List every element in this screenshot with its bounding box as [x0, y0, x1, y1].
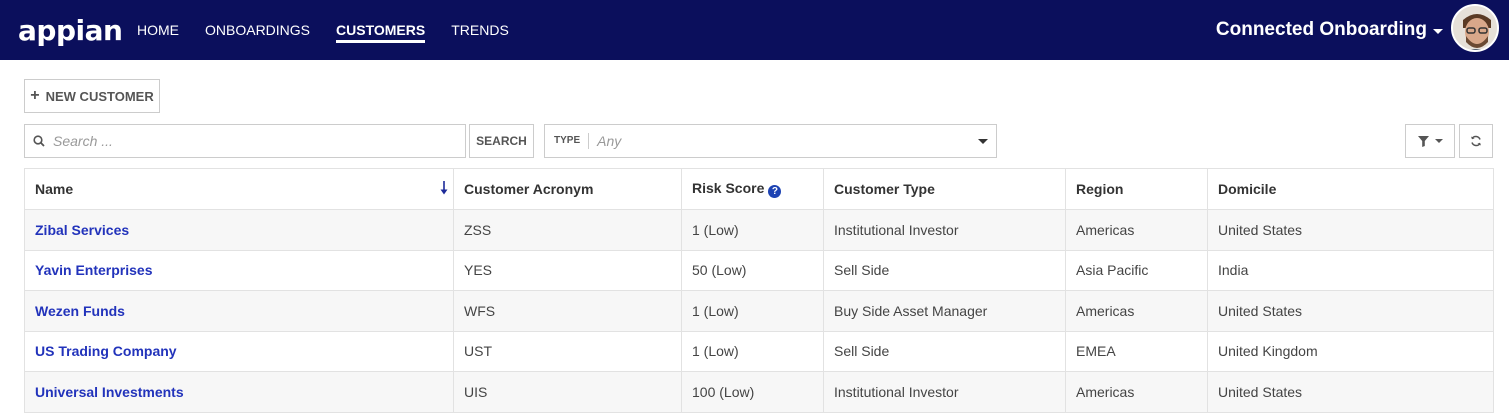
top-navigation-bar: appian HOME ONBOARDINGS CUSTOMERS TRENDS… — [0, 0, 1509, 60]
table-row: Yavin Enterprises YES 50 (Low) Sell Side… — [24, 249, 1494, 291]
customer-link[interactable]: Universal Investments — [35, 384, 184, 400]
cell-risk-score: 1 (Low) — [681, 209, 824, 251]
filter-icon — [1417, 135, 1429, 147]
customers-grid: Name Customer Acronym Risk Score? Custom… — [24, 168, 1494, 413]
refresh-button[interactable] — [1459, 124, 1493, 158]
sort-descending-icon — [440, 181, 448, 195]
user-avatar[interactable] — [1451, 4, 1499, 52]
column-header-region[interactable]: Region — [1065, 168, 1208, 210]
table-row: US Trading Company UST 1 (Low) Sell Side… — [24, 330, 1494, 372]
cell-customer-type: Sell Side — [823, 249, 1066, 291]
cell-name: Universal Investments — [24, 371, 454, 413]
cell-risk-score: 1 (Low) — [681, 290, 824, 332]
cell-region: Americas — [1065, 209, 1208, 251]
cell-name: Wezen Funds — [24, 290, 454, 332]
cell-domicile: United States — [1207, 371, 1494, 413]
customer-link[interactable]: Wezen Funds — [35, 303, 125, 319]
customer-link[interactable]: US Trading Company — [35, 343, 177, 359]
cell-region: Americas — [1065, 371, 1208, 413]
customer-link[interactable]: Yavin Enterprises — [35, 262, 153, 278]
column-header-name-label: Name — [35, 181, 74, 197]
cell-name: US Trading Company — [24, 330, 454, 372]
appian-logo[interactable]: appian — [18, 14, 123, 47]
cell-name: Yavin Enterprises — [24, 249, 454, 291]
column-header-acronym[interactable]: Customer Acronym — [453, 168, 682, 210]
nav-customers[interactable]: CUSTOMERS — [336, 0, 426, 60]
search-icon — [33, 135, 45, 147]
table-row: Zibal Services ZSS 1 (Low) Institutional… — [24, 209, 1494, 251]
column-header-risk-label: Risk Score — [692, 180, 765, 196]
type-dropdown-label: TYPE — [554, 133, 590, 149]
help-icon[interactable]: ? — [768, 185, 782, 198]
new-customer-button[interactable]: + NEW CUSTOMER — [24, 79, 160, 113]
column-header-customer-type[interactable]: Customer Type — [823, 168, 1066, 210]
search-input[interactable] — [53, 133, 433, 149]
chevron-down-icon — [978, 139, 988, 144]
cell-customer-type: Buy Side Asset Manager — [823, 290, 1066, 332]
table-row: Wezen Funds WFS 1 (Low) Buy Side Asset M… — [24, 290, 1494, 332]
cell-acronym: UST — [453, 330, 682, 372]
app-switcher[interactable]: Connected Onboarding — [1216, 0, 1443, 60]
app-name: Connected Onboarding — [1215, 19, 1427, 40]
cell-region: EMEA — [1065, 330, 1208, 372]
cell-domicile: India — [1207, 249, 1494, 291]
main-nav: HOME ONBOARDINGS CUSTOMERS TRENDS — [137, 0, 509, 60]
new-customer-label: NEW CUSTOMER — [45, 88, 154, 104]
cell-acronym: ZSS — [453, 209, 682, 251]
refresh-icon — [1471, 135, 1481, 147]
cell-domicile: United States — [1207, 290, 1494, 332]
nav-home[interactable]: HOME — [137, 0, 179, 60]
cell-customer-type: Institutional Investor — [823, 209, 1066, 251]
cell-region: Asia Pacific — [1065, 249, 1208, 291]
column-header-domicile[interactable]: Domicile — [1207, 168, 1494, 210]
cell-domicile: United States — [1207, 209, 1494, 251]
cell-name: Zibal Services — [24, 209, 454, 251]
filter-button[interactable] — [1405, 124, 1455, 158]
column-header-name[interactable]: Name — [24, 168, 454, 210]
search-field[interactable] — [24, 124, 466, 158]
cell-acronym: WFS — [453, 290, 682, 332]
plus-icon: + — [30, 87, 40, 104]
cell-domicile: United Kingdom — [1207, 330, 1494, 372]
cell-risk-score: 50 (Low) — [681, 249, 824, 291]
cell-region: Americas — [1065, 290, 1208, 332]
grid-header-row: Name Customer Acronym Risk Score? Custom… — [24, 168, 1494, 210]
cell-acronym: UIS — [453, 371, 682, 413]
chevron-down-icon — [1433, 28, 1443, 34]
nav-onboardings[interactable]: ONBOARDINGS — [205, 0, 310, 60]
cell-customer-type: Sell Side — [823, 330, 1066, 372]
cell-acronym: YES — [453, 249, 682, 291]
type-dropdown[interactable]: TYPE Any — [544, 124, 997, 158]
cell-customer-type: Institutional Investor — [823, 371, 1066, 413]
chevron-down-icon — [1434, 139, 1443, 143]
cell-risk-score: 100 (Low) — [681, 371, 824, 413]
table-row: Universal Investments UIS 100 (Low) Inst… — [24, 371, 1494, 413]
type-dropdown-value: Any — [597, 133, 622, 149]
cell-risk-score: 1 (Low) — [681, 330, 824, 372]
search-button[interactable]: SEARCH — [469, 124, 534, 158]
nav-trends[interactable]: TRENDS — [451, 0, 509, 60]
user-avatar-image — [1453, 6, 1497, 50]
column-header-risk-score[interactable]: Risk Score? — [681, 168, 824, 210]
customer-link[interactable]: Zibal Services — [35, 222, 129, 238]
